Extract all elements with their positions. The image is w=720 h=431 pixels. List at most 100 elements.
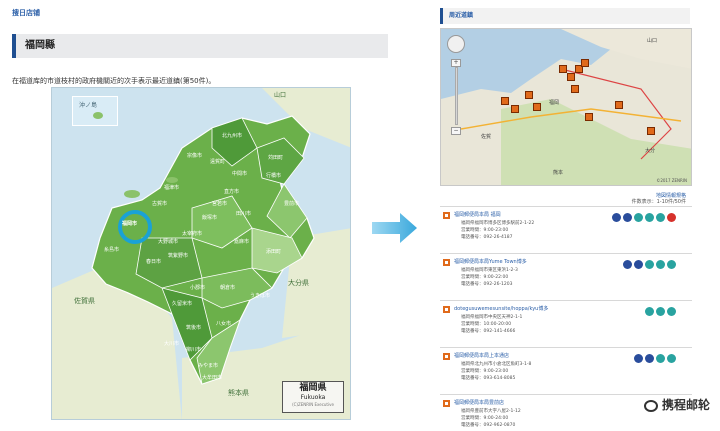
city-label[interactable]: 宗像市 (187, 152, 202, 159)
city-label[interactable]: 直方市 (224, 188, 239, 195)
okinoshima-inset: 沖ノ島 (72, 96, 118, 126)
store-name[interactable]: 福岡郵便局本局豊前店 (454, 399, 504, 406)
selected-city-marker[interactable] (118, 210, 152, 244)
city-label[interactable]: 田川市 (236, 210, 251, 217)
store-name[interactable]: 福岡郵便局本局 福岡 (454, 211, 501, 218)
map-city-label: 福岡 (549, 100, 560, 106)
store-pin[interactable] (567, 73, 575, 81)
city-label[interactable]: 太宰府市 (182, 230, 202, 237)
city-label[interactable]: みやま市 (198, 362, 218, 369)
city-label[interactable]: 福津市 (164, 184, 179, 191)
store-pin[interactable] (525, 91, 533, 99)
map-city-label: 山口 (647, 38, 658, 44)
store-address: 福岡県福岡市中央区天神2-1-1 (461, 315, 523, 320)
city-label[interactable]: 中間市 (232, 170, 247, 177)
city-label[interactable]: 大川市 (164, 340, 179, 347)
nearby-map[interactable]: + − 山口 福岡 佐賀 大分 熊本 ©2017 ZENRIN (440, 28, 692, 186)
service-icon (634, 213, 643, 222)
city-label[interactable]: 八女市 (216, 320, 231, 327)
service-icon (667, 354, 676, 363)
city-label[interactable]: 行橋市 (266, 172, 281, 179)
city-label[interactable]: うきは市 (250, 292, 270, 299)
map-pan-control[interactable] (447, 35, 465, 53)
zoom-in-button[interactable]: + (451, 59, 461, 67)
store-address: 福岡県豊前市大字八屋2-1-12 (461, 409, 521, 414)
service-icon (656, 354, 665, 363)
store-pin[interactable] (571, 85, 579, 93)
service-icon (645, 213, 654, 222)
store-pin[interactable] (647, 127, 655, 135)
store-item[interactable]: dotegusuwemesunsite/hoppa/kyu博多 福岡県福岡市中央… (440, 300, 692, 346)
store-bullet-icon (443, 306, 450, 313)
store-phone: 電話番号：092-962-0870 (461, 423, 516, 428)
service-icon (667, 307, 676, 316)
store-pin[interactable] (501, 97, 509, 105)
service-icon (623, 260, 632, 269)
store-name[interactable]: dotegusuwemesunsite/hoppa/kyu博多 (454, 305, 548, 312)
city-label[interactable]: 糸島市 (104, 246, 119, 253)
store-name[interactable]: 福岡郵便局本局上本通店 (454, 352, 509, 359)
city-label[interactable]: 筑紫野市 (168, 252, 188, 259)
store-item[interactable]: 福岡郵便局本局Yume Town博多 福岡県福岡市東区東浜1-2-3 営業時間：… (440, 253, 692, 299)
city-label[interactable]: 大牟田市 (202, 374, 222, 381)
store-item[interactable]: 福岡郵便局本局上本通店 福岡県北九州市小倉北区魚町3-1-8 営業時間：9:00… (440, 347, 692, 393)
city-label[interactable]: 柳川市 (186, 346, 201, 353)
prefecture-map[interactable]: 沖ノ島 山口 佐賀県 大分県 熊本県 北九州市 宗像市 遠賀町 中間市 直方市 … (51, 87, 351, 420)
store-pin[interactable] (511, 105, 519, 113)
store-item[interactable]: 福岡郵便局本局 福岡 福岡県福岡市博多区博多駅前2-1-22 営業時間：9:00… (440, 206, 692, 252)
store-bullet-icon (443, 400, 450, 407)
kumamoto-label: 熊本県 (228, 389, 249, 397)
watermark: 携程邮轮 (643, 396, 710, 413)
city-label[interactable]: 小郡市 (190, 284, 205, 291)
city-label[interactable]: 古賀市 (152, 200, 167, 207)
service-icon (634, 260, 643, 269)
store-hours: 営業時間：10:00-20:00 (461, 322, 512, 327)
ainoshima-island (166, 177, 178, 183)
store-phone: 電話番号：092-26-1203 (461, 282, 513, 287)
service-icon (645, 260, 654, 269)
city-label[interactable]: 筑後市 (186, 324, 201, 331)
city-label[interactable]: 遠賀町 (210, 158, 225, 165)
store-hours: 営業時間：9:00-22:00 (461, 275, 509, 280)
city-label[interactable]: 嘉麻市 (234, 238, 249, 245)
store-pin[interactable] (581, 59, 589, 67)
city-label[interactable]: 北九州市 (222, 132, 242, 139)
nearby-title: 周近道鎮 (440, 8, 690, 24)
legend-title: 福岡県 (299, 383, 327, 393)
city-label[interactable]: 大野城市 (158, 238, 178, 245)
breadcrumb[interactable]: 搜日店铺 (12, 8, 390, 18)
result-count: 件数表示：1-10件/50件 (631, 199, 686, 205)
store-pin[interactable] (585, 113, 593, 121)
map-city-label: 佐賀 (481, 134, 492, 140)
zoom-slider[interactable] (455, 67, 458, 125)
legend-subtitle: Fukuoka (300, 394, 326, 401)
store-bullet-icon (443, 353, 450, 360)
store-pin[interactable] (533, 103, 541, 111)
store-pin[interactable] (615, 101, 623, 109)
prefecture-map-svg (52, 88, 350, 419)
store-bullet-icon (443, 212, 450, 219)
city-label[interactable]: 豊前市 (284, 200, 299, 207)
store-name[interactable]: 福岡郵便局本局Yume Town博多 (454, 258, 527, 265)
city-label[interactable]: 苅田町 (268, 154, 283, 161)
right-arrow-icon (372, 213, 417, 243)
store-address: 福岡県福岡市博多区博多駅前2-1-22 (461, 221, 535, 226)
store-phone: 電話番号：092-26-4187 (461, 235, 513, 240)
service-icon (667, 260, 676, 269)
city-label[interactable]: 飯塚市 (202, 214, 217, 221)
city-label[interactable]: 宮若市 (212, 200, 227, 207)
right-panel: 周近道鎮 + − 山口 福岡 佐賀 大分 熊本 ©2017 ZENRIN 地図情… (440, 8, 694, 431)
city-label[interactable]: 朝倉市 (220, 284, 235, 291)
left-panel: 搜日店铺 福岡縣 在福道库的市道枝村的政府機關近的次手表示最近道鎮(第50件)。 (12, 8, 390, 428)
zoom-out-button[interactable]: − (451, 127, 461, 135)
city-label[interactable]: 久留米市 (172, 300, 192, 307)
store-bullet-icon (443, 259, 450, 266)
city-label[interactable]: 添田町 (266, 248, 281, 255)
nokonoshima-island (124, 190, 140, 198)
oita-label: 大分県 (288, 279, 309, 287)
wechat-icon (643, 399, 658, 412)
store-pin[interactable] (559, 65, 567, 73)
service-icon (612, 213, 621, 222)
service-icon (656, 213, 665, 222)
city-label[interactable]: 春日市 (146, 258, 161, 265)
